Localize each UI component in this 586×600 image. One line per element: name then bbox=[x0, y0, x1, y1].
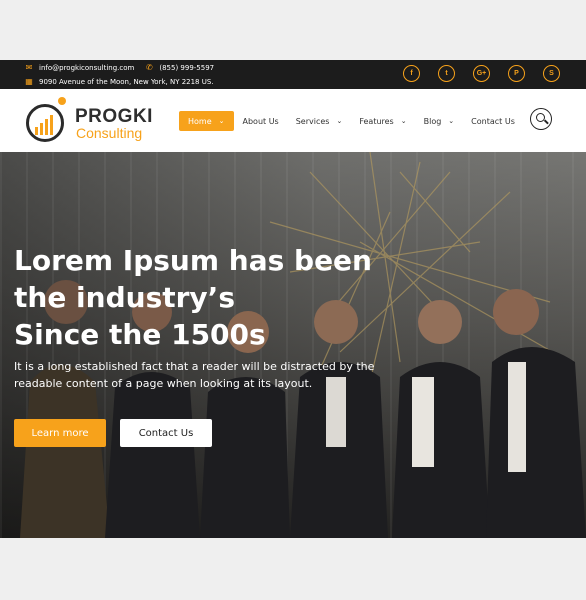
hero-description: It is a long established fact that a rea… bbox=[14, 360, 375, 390]
hero-banner: Lorem Ipsum has been the industry’s Sinc… bbox=[0, 152, 586, 538]
email-link[interactable]: info@progkiconsulting.com bbox=[39, 64, 134, 72]
pinterest-icon[interactable]: P bbox=[508, 65, 525, 82]
hero-heading-line-1: Lorem Ipsum has been bbox=[14, 244, 372, 277]
main-navbar: PROGKI Consulting Home ⌄ About Us Servic… bbox=[0, 89, 586, 152]
envelope-icon: ✉ bbox=[25, 63, 33, 72]
nav-label-home: Home bbox=[188, 116, 212, 126]
hero-heading-line-2: the industry’s bbox=[14, 281, 235, 314]
nav-item-blog[interactable]: Blog ⌄ bbox=[424, 117, 455, 126]
phone-icon: ✆ bbox=[146, 63, 153, 72]
primary-nav: Home ⌄ About Us Services ⌄ Features ⌄ Bl… bbox=[179, 111, 532, 131]
nav-label-blog: Blog bbox=[423, 116, 442, 126]
search-icon[interactable] bbox=[530, 108, 552, 130]
top-contact-bar: ✉ info@progkiconsulting.com ✆ (855) 999-… bbox=[0, 60, 586, 89]
learn-more-button[interactable]: Learn more bbox=[14, 419, 106, 447]
nav-item-features[interactable]: Features ⌄ bbox=[359, 117, 406, 126]
chevron-down-icon: ⌄ bbox=[218, 117, 225, 125]
contact-us-button[interactable]: Contact Us bbox=[120, 419, 212, 447]
brand-subtitle: Consulting bbox=[76, 125, 143, 141]
contact-line-1: ✉ info@progkiconsulting.com ✆ (855) 999-… bbox=[24, 63, 214, 72]
twitter-icon[interactable]: t bbox=[438, 65, 455, 82]
address-text: 9090 Avenue of the Moon, New York, NY 22… bbox=[39, 77, 214, 86]
brand-logo[interactable]: PROGKI Consulting bbox=[26, 97, 166, 145]
map-icon: ▦ bbox=[25, 77, 33, 86]
nav-item-home[interactable]: Home ⌄ bbox=[179, 111, 234, 131]
nav-item-contact[interactable]: Contact Us bbox=[471, 117, 515, 126]
facebook-icon[interactable]: f bbox=[403, 65, 420, 82]
social-links: f t G+ P S bbox=[403, 65, 560, 82]
nav-item-about[interactable]: About Us bbox=[243, 117, 279, 126]
google-plus-icon[interactable]: G+ bbox=[473, 65, 490, 82]
nav-label-about: About Us bbox=[242, 116, 279, 126]
logo-bars-icon bbox=[35, 115, 53, 135]
skype-icon[interactable]: S bbox=[543, 65, 560, 82]
chevron-down-icon: ⌄ bbox=[336, 117, 343, 125]
nav-item-services[interactable]: Services ⌄ bbox=[296, 117, 343, 126]
logo-dot bbox=[58, 97, 66, 105]
hero-heading-line-3: Since the 1500s bbox=[14, 318, 266, 351]
nav-label-contact: Contact Us bbox=[471, 116, 515, 126]
hero-heading: Lorem Ipsum has been the industry’s Sinc… bbox=[14, 242, 434, 353]
chevron-down-icon: ⌄ bbox=[400, 117, 407, 125]
phone-number[interactable]: (855) 999-5597 bbox=[159, 64, 214, 72]
nav-label-features: Features bbox=[359, 116, 394, 126]
contact-line-2: ▦ 9090 Avenue of the Moon, New York, NY … bbox=[24, 77, 214, 86]
nav-label-services: Services bbox=[295, 116, 330, 126]
chevron-down-icon: ⌄ bbox=[448, 117, 455, 125]
